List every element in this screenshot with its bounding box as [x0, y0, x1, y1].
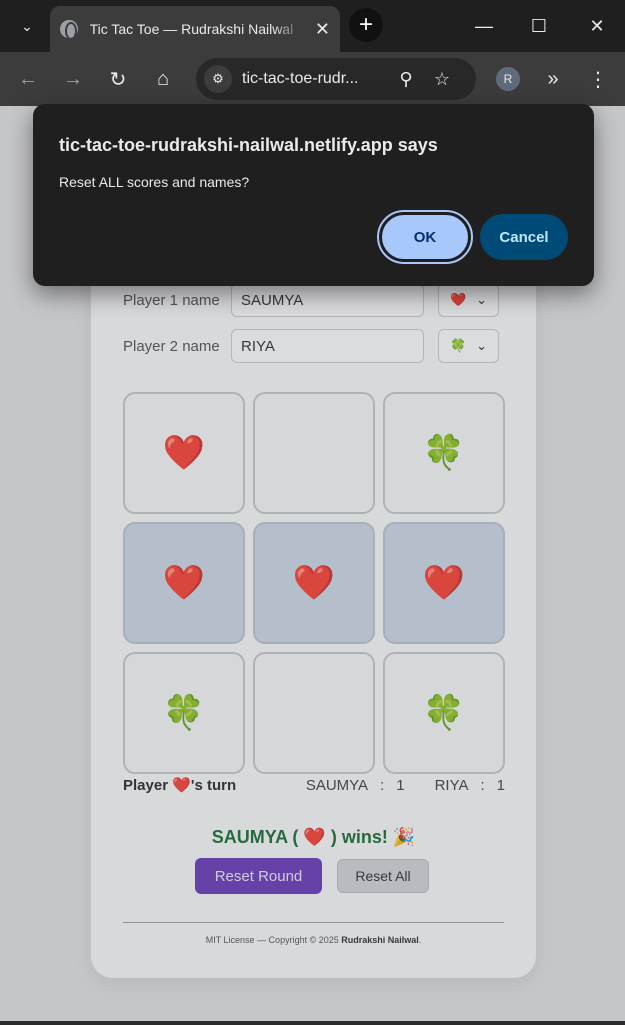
footer: MIT License — Copyright © 2025 Rudrakshi… [91, 935, 536, 945]
player1-name-input[interactable] [231, 283, 424, 317]
chevron-down-icon: ⌄ [476, 338, 488, 353]
ok-button[interactable]: OK [377, 210, 473, 264]
player1-symbol-select[interactable]: ❤️ ⌄ [438, 283, 499, 317]
maximize-icon[interactable]: ☐ [524, 12, 554, 40]
tab-title: Tic Tac Toe — Rudrakshi Nailwal [89, 21, 294, 37]
board-cell-1[interactable]: ❤️ [123, 392, 245, 514]
browser-toolbar: ← → ↻ ⌂ ⚙ tic-tac-toe-rudr... ⚲ ☆ R » ⋮ [0, 52, 625, 106]
avatar[interactable]: R [496, 67, 520, 91]
winner-message: SAUMYA ( ❤️ ) wins! 🎉 [91, 827, 536, 848]
globe-icon [60, 20, 78, 40]
forward-icon[interactable]: → [58, 64, 88, 94]
dialog-title: tic-tac-toe-rudrakshi-nailwal.netlify.ap… [59, 135, 438, 155]
turn-symbol: ❤️ [172, 777, 191, 794]
status-bar: Player ❤️'s turn SAUMYA : 1 RIYA : 1 [123, 776, 505, 795]
address-bar[interactable]: ⚙ tic-tac-toe-rudr... ⚲ ☆ [196, 58, 476, 100]
player1-row: Player 1 name [123, 283, 424, 317]
window-bottom-edge [0, 1021, 625, 1025]
scoreboard: SAUMYA : 1 RIYA : 1 [306, 777, 505, 794]
board-cell-9[interactable]: 🍀 [383, 652, 505, 774]
board-cell-6[interactable]: ❤️ [383, 522, 505, 644]
player2-label: Player 2 name [123, 337, 220, 355]
chevron-down-icon: ⌄ [476, 292, 488, 307]
score-p2-sep: : [480, 776, 485, 794]
dialog-message: Reset ALL scores and names? [59, 174, 250, 190]
winner-suffix: ) wins! 🎉 [330, 827, 416, 847]
minimize-icon[interactable]: — [469, 12, 499, 40]
title-bar: ⌄ Tic Tac Toe — Rudrakshi Nailwal ✕ + — … [0, 0, 625, 52]
board-cell-5[interactable]: ❤️ [253, 522, 375, 644]
player1-symbol: ❤️ [449, 292, 467, 307]
cancel-button[interactable]: Cancel [480, 214, 568, 260]
score-p2-name: RIYA [434, 776, 469, 794]
player2-symbol-select[interactable]: 🍀 ⌄ [438, 329, 499, 363]
board-cell-4[interactable]: ❤️ [123, 522, 245, 644]
extensions-icon[interactable]: » [538, 64, 568, 94]
player2-name-input[interactable] [231, 329, 424, 363]
star-icon[interactable]: ☆ [430, 69, 454, 90]
reset-all-button[interactable]: Reset All [337, 859, 429, 893]
player2-row: Player 2 name [123, 329, 424, 363]
player2-symbol: 🍀 [449, 338, 467, 353]
browser-tab[interactable]: Tic Tac Toe — Rudrakshi Nailwal ✕ [50, 6, 340, 52]
tab-search-icon[interactable]: ⌄ [12, 12, 42, 40]
close-icon[interactable]: ✕ [315, 19, 330, 40]
turn-suffix: 's turn [190, 777, 237, 794]
board-cell-7[interactable]: 🍀 [123, 652, 245, 774]
footer-divider [123, 922, 504, 923]
player1-label: Player 1 name [123, 291, 220, 309]
score-p2-value: 1 [496, 776, 505, 794]
reset-round-button[interactable]: Reset Round [195, 858, 322, 894]
turn-prefix: Player [123, 777, 169, 794]
home-icon[interactable]: ⌂ [148, 64, 178, 94]
turn-indicator: Player ❤️'s turn [123, 776, 236, 794]
footer-text: MIT License — Copyright © 2025 [205, 935, 342, 945]
reload-icon[interactable]: ↻ [103, 64, 133, 94]
winner-prefix: SAUMYA ( [211, 827, 299, 847]
plus-icon[interactable]: + [349, 8, 383, 42]
board-cell-2[interactable] [253, 392, 375, 514]
zoom-icon[interactable]: ⚲ [394, 69, 418, 90]
url-text[interactable]: tic-tac-toe-rudr... [242, 70, 382, 88]
winner-symbol: ❤️ [303, 827, 326, 847]
score-p1-name: SAUMYA [305, 776, 369, 794]
window-close-icon[interactable]: ✕ [582, 12, 612, 40]
back-icon[interactable]: ← [13, 64, 43, 94]
board-cell-3[interactable]: 🍀 [383, 392, 505, 514]
score-p1-sep: : [380, 776, 385, 794]
kebab-menu-icon[interactable]: ⋮ [583, 64, 613, 94]
site-info-icon[interactable]: ⚙ [204, 65, 232, 93]
board-cell-8[interactable] [253, 652, 375, 774]
alert-dialog: tic-tac-toe-rudrakshi-nailwal.netlify.ap… [33, 104, 594, 286]
game-board: ❤️ 🍀 ❤️ ❤️ ❤️ 🍀 🍀 [123, 392, 505, 774]
score-p1-value: 1 [396, 776, 405, 794]
footer-author: Rudrakshi Nailwal [341, 935, 419, 945]
footer-end: . [418, 935, 422, 945]
